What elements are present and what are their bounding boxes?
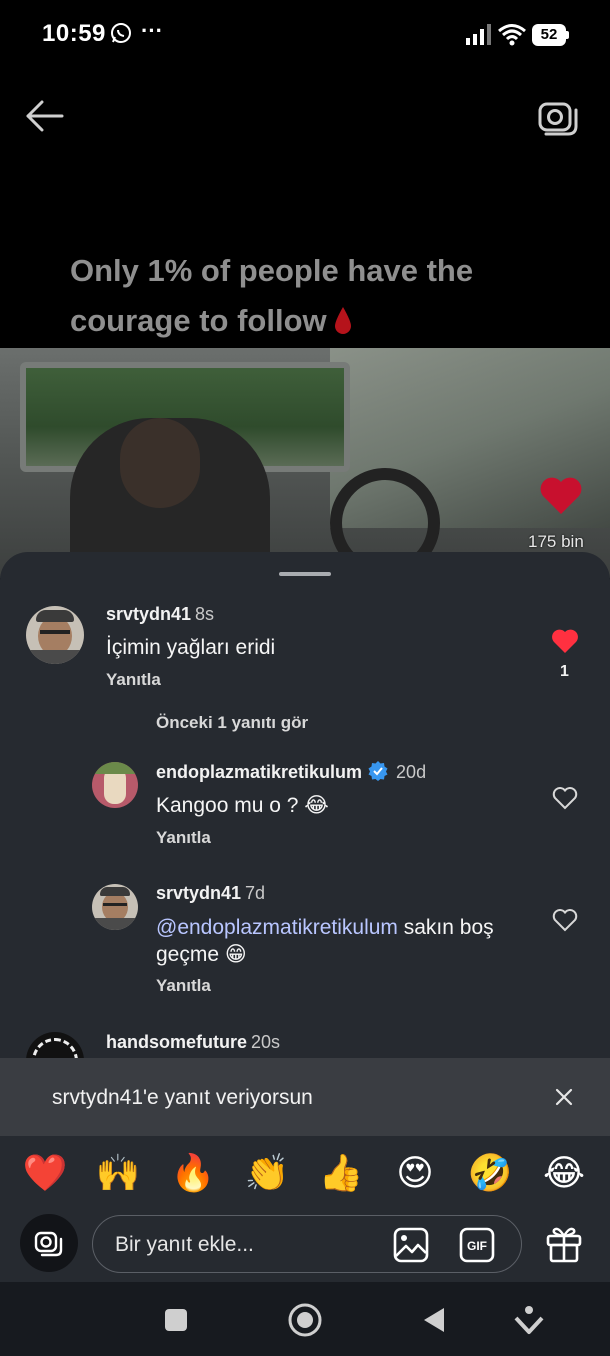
quick-emoji-bar: ❤️ 🙌 🔥 👏 👍 😍 🤣 😂	[0, 1136, 610, 1208]
video-caption-text: Only 1% of people have the courage to fo…	[70, 253, 474, 338]
system-nav-bar	[0, 1282, 610, 1356]
video-header: Only 1% of people have the courage to fo…	[0, 70, 610, 348]
back-triangle-icon[interactable]	[416, 1302, 452, 1338]
comment-username[interactable]: srvtydn41 8s	[106, 604, 214, 625]
camera-icon[interactable]	[536, 96, 578, 136]
emoji-fire-button[interactable]: 🔥	[170, 1150, 216, 1196]
status-time: 10:59	[42, 20, 106, 47]
gif-label: GIF	[467, 1239, 487, 1253]
assistant-down-icon[interactable]	[511, 1302, 547, 1338]
comment-username[interactable]: endoplazmatikretikulum 20d	[156, 761, 426, 783]
camera-icon	[34, 1231, 63, 1257]
comment-time: 7d	[245, 883, 266, 903]
emoji-rofl-button[interactable]: 🤣	[467, 1150, 513, 1196]
comment-like-count: 1	[560, 663, 569, 680]
blood-drop-icon	[334, 307, 351, 334]
home-circle-icon[interactable]	[287, 1302, 323, 1338]
video-like-heart-icon[interactable]	[538, 474, 584, 516]
comment-username[interactable]: srvtydn41 7d	[156, 883, 265, 904]
reply-button[interactable]: Yanıtla	[106, 670, 161, 690]
emoji-clap-button[interactable]: 👏	[244, 1150, 290, 1196]
status-bar: 10:59 ··· 52	[0, 0, 610, 70]
reply-input-placeholder: Bir yanıt ekle...	[115, 1233, 254, 1256]
battery-icon: 52	[532, 24, 570, 46]
replying-to-banner: srvtydn41'e yanıt veriyorsun	[0, 1058, 610, 1136]
emoji-heart-eyes-button[interactable]: 😍	[392, 1150, 438, 1196]
comment-username[interactable]: handsomefuture 20s	[106, 1032, 280, 1053]
comment-like-heart-icon[interactable]	[551, 628, 579, 654]
comment-time: 20d	[396, 762, 427, 782]
comment-time: 8s	[195, 604, 215, 624]
video-player[interactable]: 175 bin	[0, 348, 610, 578]
comment-text: Kangoo mu o ? 😂	[156, 794, 329, 817]
more-notifications-icon: ···	[141, 18, 163, 43]
comment-text: @endoplazmatikretikulum sakın boş geçme …	[156, 914, 516, 968]
emoji-joy-button[interactable]: 😂	[541, 1150, 587, 1196]
comment-composer: Bir yanıt ekle... GIF	[0, 1208, 610, 1282]
replying-to-text: srvtydn41'e yanıt veriyorsun	[52, 1086, 313, 1109]
back-arrow-icon[interactable]	[24, 98, 66, 134]
video-caption: Only 1% of people have the courage to fo…	[70, 246, 570, 346]
emoji-raised-hands-button[interactable]: 🙌	[95, 1150, 141, 1196]
verified-badge-icon	[368, 761, 388, 781]
view-previous-replies[interactable]: Önceki 1 yanıtı gör	[156, 713, 308, 733]
image-icon[interactable]	[393, 1227, 429, 1263]
wifi-icon	[498, 24, 526, 46]
reply-input[interactable]: Bir yanıt ekle... GIF	[92, 1215, 522, 1273]
camera-button[interactable]	[20, 1214, 78, 1272]
avatar[interactable]	[92, 762, 138, 808]
video-like-count: 175 bin	[528, 532, 584, 551]
avatar[interactable]	[26, 606, 84, 664]
gift-icon[interactable]	[544, 1224, 584, 1264]
avatar[interactable]	[92, 884, 138, 930]
comment-like-outline-icon[interactable]	[551, 907, 579, 933]
whatsapp-icon	[111, 23, 131, 43]
mention-link[interactable]: @endoplazmatikretikulum	[156, 916, 398, 939]
signal-icon	[466, 24, 491, 45]
drag-handle[interactable]	[279, 572, 331, 576]
close-icon[interactable]	[552, 1085, 576, 1109]
comment-like-outline-icon[interactable]	[551, 785, 579, 811]
emoji-heart-button[interactable]: ❤️	[22, 1150, 68, 1196]
reply-button[interactable]: Yanıtla	[156, 828, 211, 848]
gif-icon[interactable]: GIF	[459, 1227, 495, 1263]
battery-level: 52	[532, 24, 566, 46]
recents-square-icon[interactable]	[158, 1302, 194, 1338]
comment-text: İçimin yağları eridi	[106, 636, 276, 659]
reply-button[interactable]: Yanıtla	[156, 976, 211, 996]
comment-time: 20s	[251, 1032, 281, 1052]
emoji-thumbs-up-button[interactable]: 👍	[318, 1150, 364, 1196]
